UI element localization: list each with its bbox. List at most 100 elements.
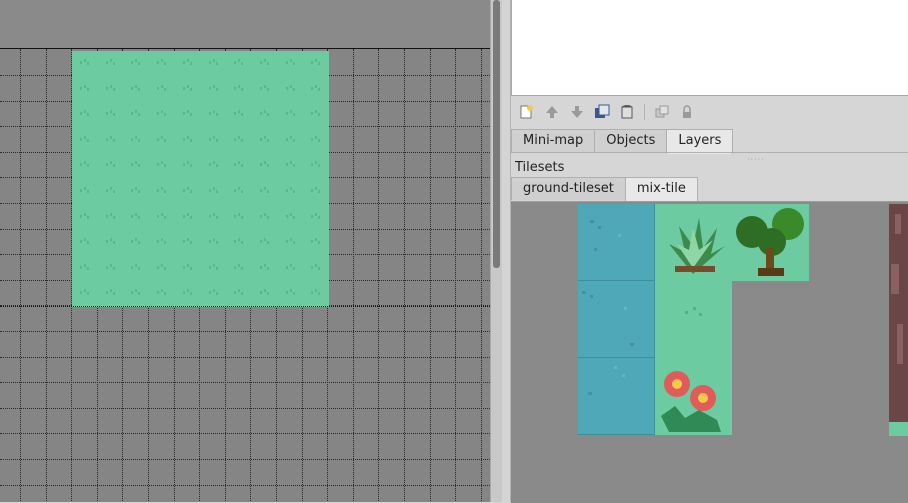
grass-tuft (259, 86, 262, 90)
grass-tuft (315, 135, 318, 139)
grass-tile (201, 153, 226, 178)
grass-tuft (161, 289, 164, 293)
grass-tile (72, 256, 97, 281)
grass-tuft (315, 263, 318, 267)
grass-tuft (157, 265, 160, 269)
new-layer-icon[interactable] (517, 102, 537, 122)
grass-tile (226, 230, 251, 255)
duplicate-layer-icon[interactable] (592, 102, 612, 122)
remove-layer-icon[interactable] (617, 102, 637, 122)
grass-tile-area[interactable] (72, 51, 329, 307)
grass-tuft (238, 161, 241, 165)
grass-tuft (238, 187, 241, 190)
grass-tuft (109, 161, 112, 165)
grass-tile[interactable] (655, 281, 732, 358)
water-tile[interactable] (578, 281, 655, 358)
grass-tuft (87, 164, 89, 168)
tab-objects[interactable]: Objects (594, 129, 668, 152)
grass-tuft (215, 292, 218, 296)
water-tile[interactable] (578, 358, 655, 435)
panel-splitter[interactable] (502, 0, 511, 502)
rock-tile-partial[interactable] (889, 204, 908, 436)
grass-tile (201, 281, 226, 306)
grass-tuft (266, 62, 269, 65)
tab-layers[interactable]: Layers (666, 129, 734, 154)
grass-tuft (186, 110, 189, 114)
grass-tile (201, 205, 226, 230)
grass-tile (98, 230, 123, 255)
grass-tuft (263, 289, 266, 293)
grass-tuft (109, 212, 112, 216)
grass-tile (72, 153, 97, 178)
grass-tuft (135, 84, 138, 88)
grass-tuft (164, 266, 167, 270)
tileset-tile-view[interactable] (511, 201, 908, 503)
grass-tile (149, 102, 174, 127)
grass-tuft (318, 87, 321, 91)
grass-tuft (212, 187, 215, 190)
lower-layer-icon[interactable] (567, 102, 587, 122)
water-tile[interactable] (578, 204, 655, 281)
grass-tuft (241, 164, 244, 168)
grass-tuft (157, 214, 160, 218)
grass-tile (278, 179, 303, 204)
tab-mini-map[interactable]: Mini-map (511, 129, 596, 152)
grass-tuft (87, 292, 89, 296)
grass-tuft (263, 187, 266, 190)
flower-tile[interactable] (655, 358, 732, 435)
grass-tile (278, 128, 303, 153)
grass-tuft (131, 214, 134, 218)
grass-tuft (266, 241, 269, 245)
tab-ground-tileset[interactable]: ground-tileset (511, 177, 626, 200)
lock-layer-icon[interactable] (677, 102, 697, 122)
tile-grid[interactable] (0, 48, 490, 502)
tab-mix-tile[interactable]: mix-tile (624, 177, 698, 202)
grass-tuft (292, 87, 295, 91)
grass-tuft (182, 214, 185, 218)
grass-tuft (311, 137, 314, 141)
right-dock-panel: Mini-map Objects Layers ····· Tilesets g… (511, 0, 908, 503)
grass-tile (303, 205, 328, 230)
grass-tuft (189, 241, 192, 245)
grass-tuft (109, 110, 112, 114)
grass-tuft (161, 135, 164, 139)
grass-tile (201, 256, 226, 281)
map-canvas[interactable] (0, 0, 490, 502)
grass-tuft (161, 263, 164, 267)
grass-tuft (208, 291, 211, 295)
grass-tuft (131, 137, 134, 141)
grass-tile (175, 179, 200, 204)
grass-tuft (112, 62, 115, 65)
scrollbar-thumb[interactable] (493, 0, 500, 268)
grass-tuft (109, 59, 112, 62)
grass-tuft (135, 135, 138, 139)
bush-tile[interactable] (655, 204, 732, 281)
grass-tuft (135, 59, 138, 62)
grass-tile (149, 128, 174, 153)
grass-tile (72, 205, 97, 230)
grass-tile (149, 77, 174, 102)
grass-tuft (105, 189, 108, 192)
grass-tuft (266, 292, 269, 296)
grass-tuft (138, 266, 141, 270)
grass-tuft (164, 138, 167, 142)
grass-tuft (318, 62, 321, 65)
layers-list[interactable] (511, 0, 908, 96)
grass-tuft (105, 214, 108, 218)
grass-tuft (259, 112, 262, 116)
grass-tuft (182, 189, 185, 192)
grass-tuft (138, 190, 141, 193)
grass-tuft (189, 190, 192, 193)
grass-tuft (292, 241, 295, 245)
grass-tile (98, 51, 123, 76)
grass-tuft (318, 215, 321, 219)
grass-tuft (186, 161, 189, 165)
toggle-other-layers-icon[interactable] (652, 102, 672, 122)
grass-tuft (80, 137, 82, 141)
raise-layer-icon[interactable] (542, 102, 562, 122)
dock-resize-grip[interactable]: ····· (747, 155, 765, 164)
grass-tuft (263, 238, 266, 242)
grass-tile (72, 230, 97, 255)
tree-tile[interactable] (732, 204, 809, 281)
grass-tile (278, 205, 303, 230)
